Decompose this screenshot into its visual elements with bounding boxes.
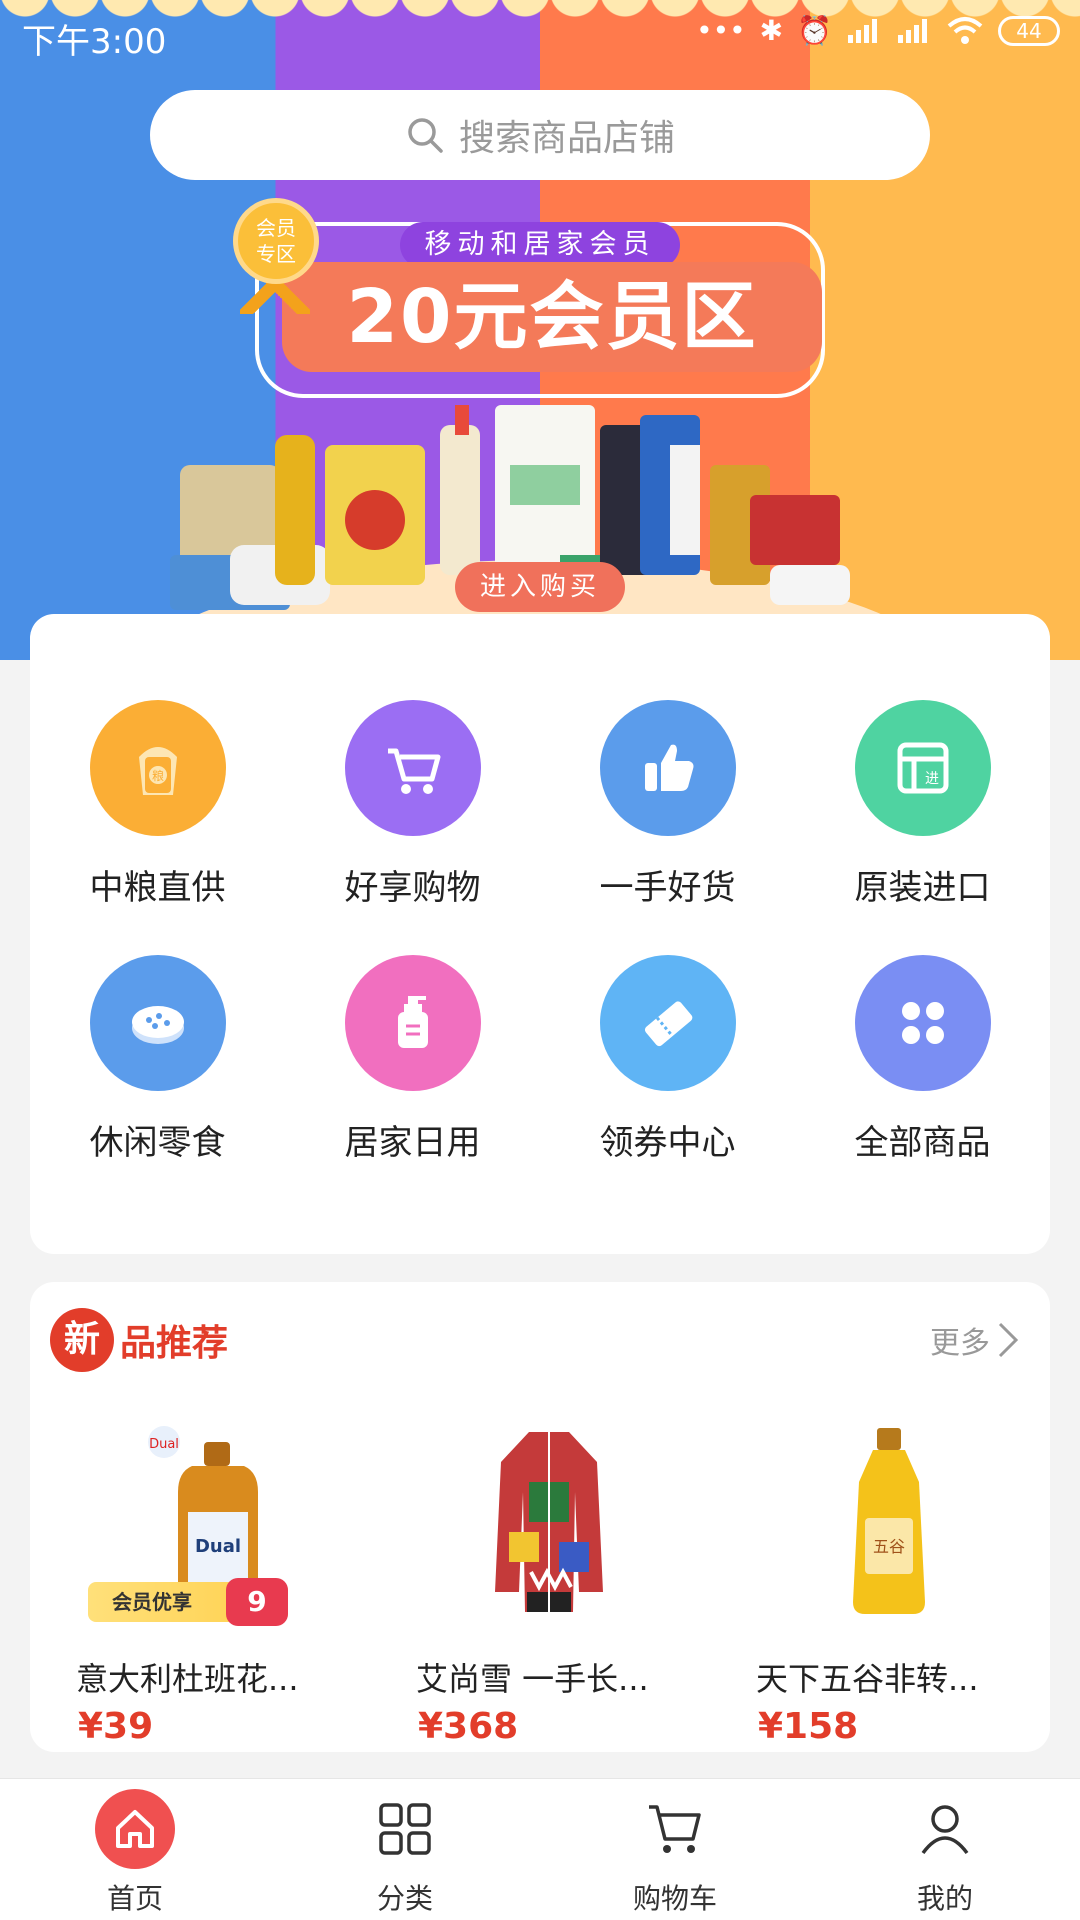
svg-text:Dual: Dual (195, 1536, 241, 1557)
promo-title: 20元会员区 (282, 262, 822, 372)
patterned-coat-icon (495, 1432, 603, 1612)
category-card: 粮 中粮直供 好享购物 一手好货 进 原装进口 休闲零食 居家日用 领券中心 全… (30, 614, 1050, 1254)
badge-line-1: 会员 (256, 216, 296, 240)
svg-text:五谷: 五谷 (873, 1537, 905, 1556)
product-card[interactable]: 艾尚雪 一手长... ¥368 (388, 1412, 710, 1747)
tab-label: 购物车 (632, 1882, 717, 1915)
member-label: 会员优享 (112, 1590, 192, 1614)
import-box-icon: 进 (854, 700, 991, 836)
status-time: 下午3:00 (22, 22, 167, 62)
category-label: 原装进口 (854, 868, 991, 908)
chevron-right-icon (998, 1322, 1019, 1358)
status-icons: ••• ✱ ⏰ 44 (696, 14, 1060, 47)
category-label: 中粮直供 (89, 868, 226, 908)
product-name: 意大利杜班花... (76, 1660, 299, 1698)
category-grid-icon (365, 1789, 445, 1869)
profile-icon (905, 1789, 985, 1869)
promo-banner[interactable]: 下午3:00 ••• ✱ ⏰ 44 搜索商品店铺 移动和居家会员 20元会员区 … (0, 0, 1080, 660)
category-label: 居家日用 (344, 1123, 481, 1163)
product-name: 艾尚雪 一手长... (416, 1660, 649, 1698)
bottom-tab-bar: 首页 分类 购物车 我的 (0, 1778, 1080, 1920)
category-item-firsthand[interactable]: 一手好货 (540, 700, 795, 909)
cart-icon (635, 1789, 715, 1869)
soap-bottle-icon (344, 955, 481, 1091)
category-item-snacks[interactable]: 休闲零食 (30, 955, 285, 1164)
category-item-coupons[interactable]: 领券中心 (540, 955, 795, 1164)
thumbs-up-icon (599, 700, 736, 836)
category-label: 休闲零食 (89, 1123, 226, 1163)
product-name: 天下五谷非转... (756, 1660, 979, 1698)
oil-bottle-icon: 五谷 (853, 1428, 925, 1614)
product-price: ¥39 (78, 1706, 154, 1747)
more-dots-icon: ••• (696, 14, 746, 47)
category-label: 领券中心 (599, 1123, 736, 1163)
status-bar: 下午3:00 ••• ✱ ⏰ 44 (0, 14, 1080, 62)
product-price: ¥158 (758, 1706, 859, 1747)
shopping-cart-icon (344, 700, 481, 836)
product-card[interactable]: Dual Dual 会员优享 9 意大利杜班花... ¥39 (48, 1412, 370, 1747)
section-header: 新 品推荐 (50, 1308, 228, 1372)
grid-flower-icon (854, 955, 991, 1091)
tab-label: 首页 (106, 1882, 163, 1915)
bluetooth-icon: ✱ (759, 14, 784, 47)
signal-icon-2 (898, 18, 927, 43)
svg-text:粮: 粮 (151, 768, 163, 783)
home-icon (95, 1789, 175, 1869)
product-price: ¥368 (418, 1706, 519, 1747)
product-card[interactable]: 五谷 天下五谷非转... ¥158 (728, 1412, 1050, 1747)
member-price-tag: 会员优享 9 (88, 1578, 288, 1626)
new-tag: 新 (50, 1308, 114, 1372)
tab-cart[interactable]: 购物车 (540, 1779, 810, 1920)
new-products-card: 新 品推荐 更多 Dual Dual 会员优享 9 意大利杜班花... ¥39 … (30, 1282, 1050, 1752)
category-item-all[interactable]: 全部商品 (795, 955, 1050, 1164)
category-item-household[interactable]: 居家日用 (285, 955, 540, 1164)
battery-indicator: 44 (998, 15, 1060, 46)
more-label: 更多 (930, 1326, 990, 1361)
section-title: 品推荐 (120, 1323, 229, 1364)
category-item-shopping[interactable]: 好享购物 (285, 700, 540, 909)
search-icon (408, 118, 443, 153)
alarm-icon: ⏰ (797, 14, 832, 47)
tab-label: 我的 (916, 1882, 973, 1915)
member-number-badge: 9 (226, 1578, 288, 1626)
wifi-icon (947, 16, 983, 44)
svg-text:Dual: Dual (149, 1437, 179, 1452)
tab-home[interactable]: 首页 (0, 1779, 270, 1920)
svg-text:进: 进 (925, 771, 939, 787)
category-item-cofco[interactable]: 粮 中粮直供 (30, 700, 285, 909)
member-zone-badge: 会员 专区 (233, 198, 319, 284)
more-link[interactable]: 更多 (930, 1318, 1020, 1362)
biscuit-icon (89, 955, 226, 1091)
product-image: Dual Dual 会员优享 9 (48, 1412, 370, 1632)
badge-line-2: 专区 (256, 242, 296, 266)
tab-profile[interactable]: 我的 (810, 1779, 1080, 1920)
product-list: Dual Dual 会员优享 9 意大利杜班花... ¥39 艾尚雪 一手长..… (30, 1412, 1050, 1747)
tab-category[interactable]: 分类 (270, 1779, 540, 1920)
category-item-import[interactable]: 进 原装进口 (795, 700, 1050, 909)
category-label: 好享购物 (344, 868, 481, 908)
product-image (388, 1412, 710, 1632)
category-label: 全部商品 (854, 1123, 991, 1163)
category-label: 一手好货 (599, 868, 736, 908)
coupon-icon (599, 955, 736, 1091)
enter-purchase-button[interactable]: 进入购买 (455, 562, 625, 612)
tab-label: 分类 (376, 1882, 433, 1915)
category-grid: 粮 中粮直供 好享购物 一手好货 进 原装进口 休闲零食 居家日用 领券中心 全… (30, 614, 1050, 1164)
product-image: 五谷 (728, 1412, 1050, 1632)
search-placeholder: 搜索商品店铺 (458, 118, 675, 159)
signal-icon (848, 18, 877, 43)
search-bar[interactable]: 搜索商品店铺 (150, 90, 930, 180)
grain-bag-icon: 粮 (89, 700, 226, 836)
